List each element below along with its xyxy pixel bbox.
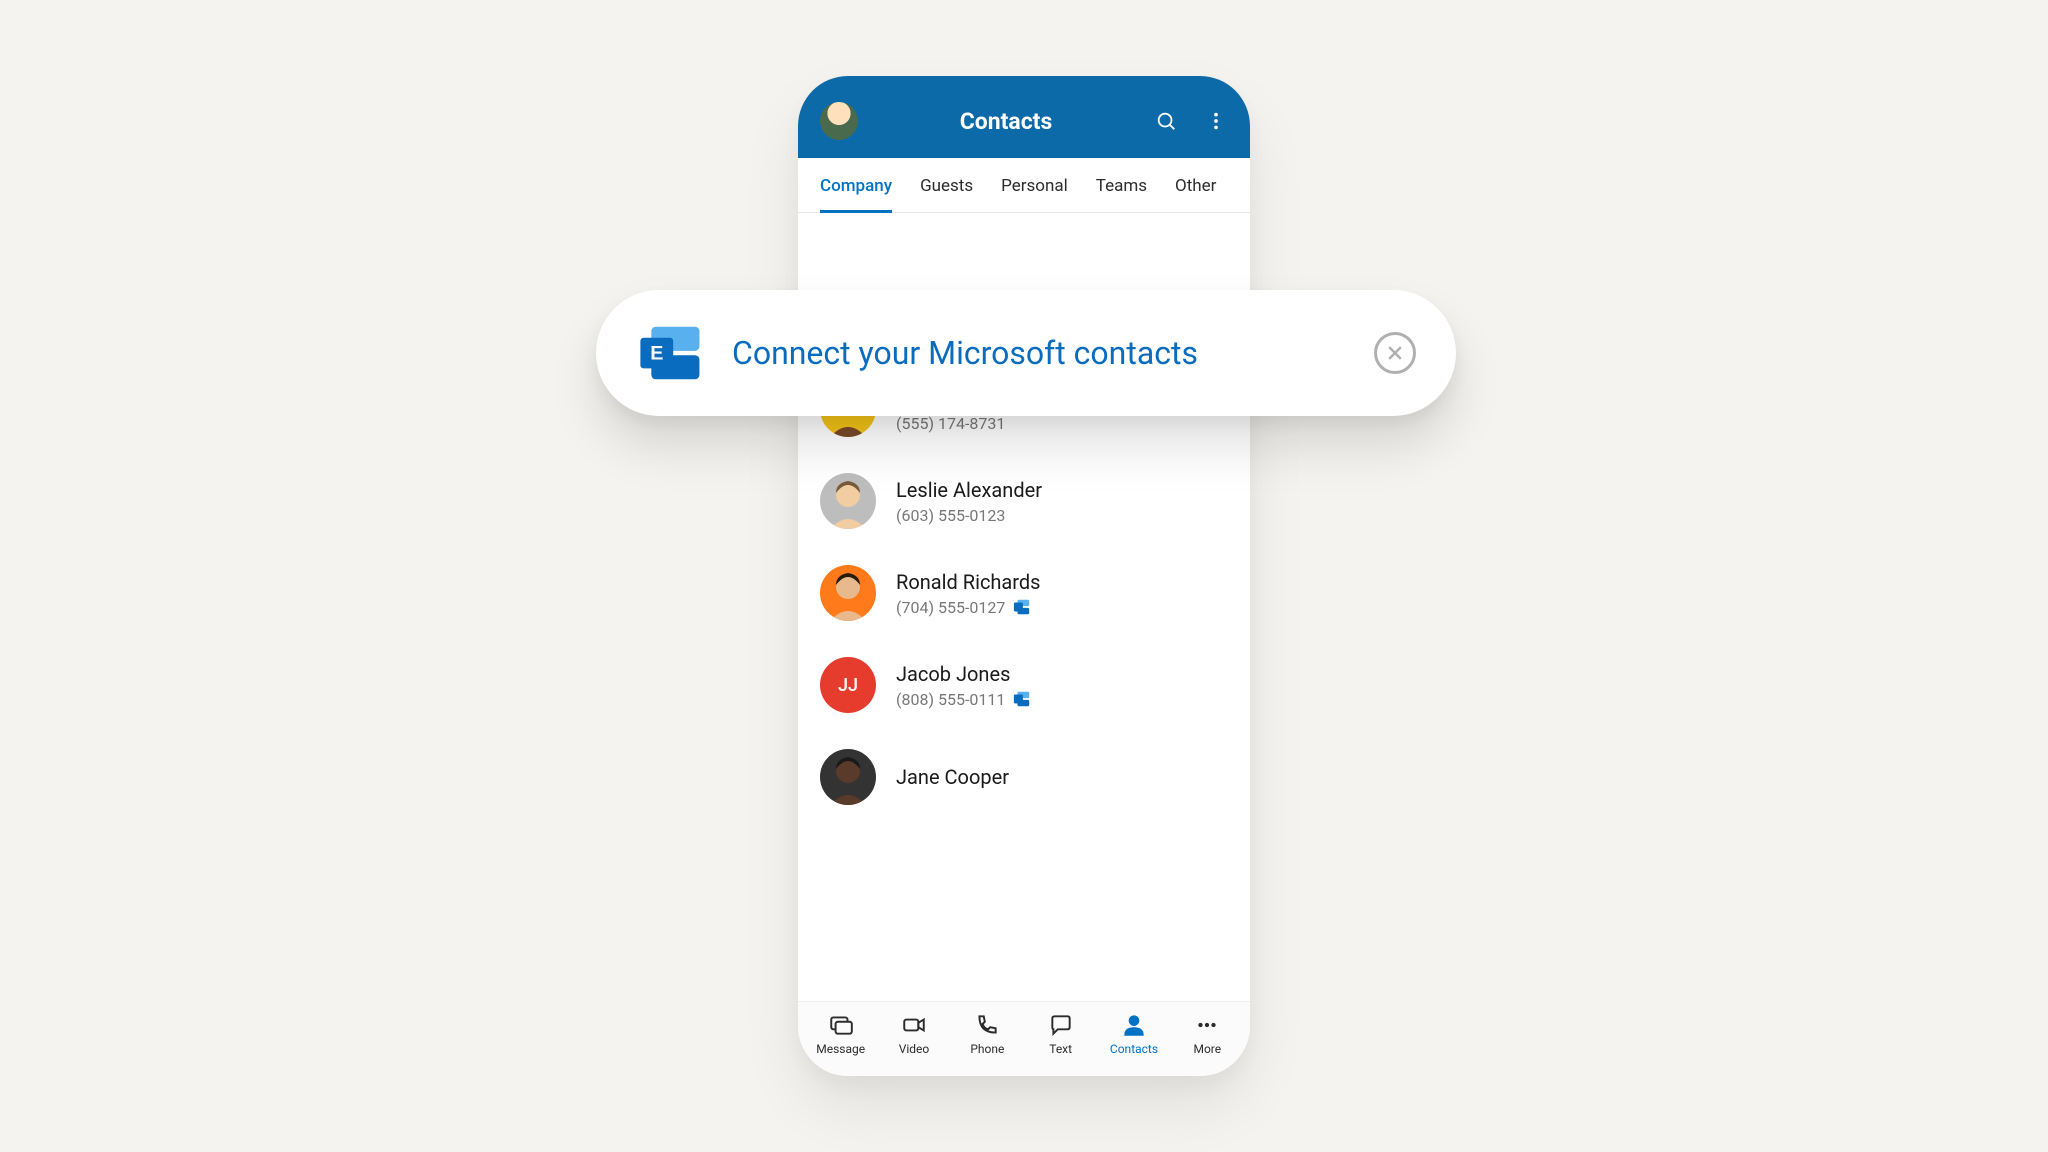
nav-label: Message xyxy=(816,1042,865,1056)
tab-company[interactable]: Company xyxy=(806,158,906,212)
nav-text[interactable]: Text xyxy=(1024,1012,1097,1056)
contact-phone: (808) 555-0111 xyxy=(896,690,1031,709)
contact-name: Leslie Alexander xyxy=(896,478,1042,502)
nav-label: Phone xyxy=(970,1042,1004,1056)
nav-more[interactable]: More xyxy=(1171,1012,1244,1056)
tab-personal[interactable]: Personal xyxy=(987,158,1082,212)
tab-other[interactable]: Other xyxy=(1161,158,1230,212)
self-avatar[interactable] xyxy=(820,102,858,140)
contact-name: Ronald Richards xyxy=(896,570,1041,594)
tab-label: Other xyxy=(1175,176,1216,196)
contact-info: Jane Cooper xyxy=(896,765,1009,789)
nav-label: More xyxy=(1193,1042,1221,1056)
search-icon[interactable] xyxy=(1154,109,1178,133)
contact-info: Leslie Alexander (603) 555-0123 xyxy=(896,478,1042,525)
tab-label: Teams xyxy=(1096,176,1147,196)
exchange-icon: E xyxy=(636,318,706,388)
contact-info: Ronald Richards (704) 555-0127 xyxy=(896,570,1041,617)
tab-teams[interactable]: Teams xyxy=(1082,158,1161,212)
exchange-badge-icon xyxy=(1013,598,1031,616)
contact-phone: (704) 555-0127 xyxy=(896,598,1041,617)
contact-name: Jane Cooper xyxy=(896,765,1009,789)
avatar xyxy=(820,473,876,529)
avatar: JJ xyxy=(820,657,876,713)
nav-label: Text xyxy=(1049,1042,1072,1056)
tab-guests[interactable]: Guests xyxy=(906,158,987,212)
more-vertical-icon[interactable] xyxy=(1204,109,1228,133)
contact-row[interactable]: Jane Cooper xyxy=(798,731,1250,823)
tabs-bar: Company Guests Personal Teams Other xyxy=(798,158,1250,213)
app-header: Contacts xyxy=(798,76,1250,158)
more-icon xyxy=(1194,1012,1220,1038)
avatar xyxy=(820,749,876,805)
close-icon[interactable] xyxy=(1374,332,1416,374)
nav-video[interactable]: Video xyxy=(877,1012,950,1056)
contact-name: Jacob Jones xyxy=(896,662,1031,686)
tab-label: Company xyxy=(820,176,892,196)
exchange-badge-icon xyxy=(1013,690,1031,708)
nav-phone[interactable]: Phone xyxy=(951,1012,1024,1056)
page-title: Contacts xyxy=(960,108,1053,135)
phone-icon xyxy=(974,1012,1000,1038)
contacts-icon xyxy=(1121,1012,1147,1038)
connect-banner[interactable]: E Connect your Microsoft contacts xyxy=(596,290,1456,416)
contact-row[interactable]: Ronald Richards (704) 555-0127 xyxy=(798,547,1250,639)
tab-label: Personal xyxy=(1001,176,1068,196)
bottom-nav: Message Video Phone Text Contacts More xyxy=(798,1001,1250,1076)
connect-banner-text: Connect your Microsoft contacts xyxy=(732,334,1348,372)
avatar xyxy=(820,565,876,621)
svg-text:E: E xyxy=(650,343,663,365)
nav-message[interactable]: Message xyxy=(804,1012,877,1056)
contact-phone: (603) 555-0123 xyxy=(896,506,1042,525)
message-icon xyxy=(828,1012,854,1038)
nav-label: Contacts xyxy=(1110,1042,1158,1056)
nav-label: Video xyxy=(899,1042,930,1056)
header-actions xyxy=(1154,109,1228,133)
phone-frame: Contacts Company Guests Personal Teams Other… xyxy=(798,76,1250,1076)
tab-label: Guests xyxy=(920,176,973,196)
contact-row[interactable]: JJ Jacob Jones (808) 555-0111 xyxy=(798,639,1250,731)
contact-phone: (555) 174-8731 xyxy=(896,414,1005,433)
nav-contacts[interactable]: Contacts xyxy=(1097,1012,1170,1056)
video-icon xyxy=(901,1012,927,1038)
text-icon xyxy=(1048,1012,1074,1038)
contact-row[interactable]: Leslie Alexander (603) 555-0123 xyxy=(798,455,1250,547)
contact-info: Jacob Jones (808) 555-0111 xyxy=(896,662,1031,709)
